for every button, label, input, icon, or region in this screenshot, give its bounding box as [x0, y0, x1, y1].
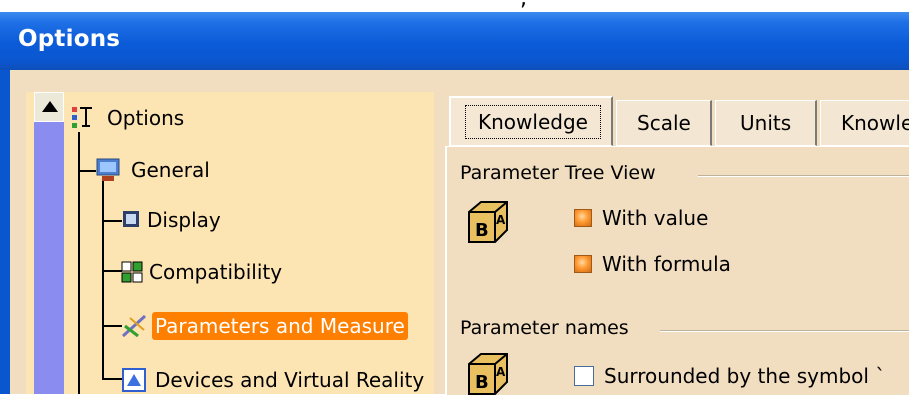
tree-item-label: General — [131, 158, 210, 182]
parameter-box-icon: BA — [463, 350, 511, 398]
group-divider — [660, 330, 909, 332]
tab-knowledge[interactable]: Knowledge — [449, 96, 613, 146]
tree-item-general[interactable]: General — [94, 152, 213, 188]
tree-connector — [102, 270, 122, 272]
tab-label: Knowle — [841, 111, 909, 135]
with-value-checked-indicator[interactable] — [574, 209, 592, 227]
surrounded-by-symbol-option[interactable]: Surrounded by the symbol ` — [574, 364, 885, 388]
tree-item-label: Parameters and Measure — [152, 312, 408, 340]
tree-item-label: Devices and Virtual Reality — [155, 368, 425, 392]
svg-text:A: A — [496, 213, 506, 227]
group-title-parameter-names: Parameter names — [460, 317, 629, 339]
tab-label: Knowledge — [465, 104, 601, 139]
tab-label: Scale — [637, 111, 691, 135]
top-strip: , — [0, 0, 909, 12]
tab-scale[interactable]: Scale — [616, 100, 712, 146]
title-bar[interactable]: Options — [0, 12, 909, 70]
tree-item-options[interactable]: Options — [70, 100, 187, 136]
surrounded-by-symbol-checkbox[interactable] — [574, 366, 594, 386]
window-title: Options — [18, 26, 121, 52]
options-tree-icon — [70, 104, 98, 132]
parameter-box-icon: BA — [463, 198, 511, 246]
window-frame-left — [0, 70, 10, 394]
tree-item-parameters-and-measure[interactable]: Parameters and Measure — [120, 308, 408, 344]
svg-text:B: B — [475, 372, 489, 393]
svg-text:A: A — [496, 365, 506, 379]
option-label: Surrounded by the symbol ` — [604, 364, 886, 388]
top-strip-text: , — [520, 0, 527, 11]
tree-item-label: Compatibility — [149, 260, 283, 284]
display-icon — [120, 206, 142, 234]
tree-item-label: Options — [107, 106, 185, 130]
tab-label: Units — [740, 111, 792, 135]
tree-scrollbar[interactable] — [34, 92, 64, 394]
option-label: With formula — [602, 252, 731, 276]
option-label: With value — [602, 206, 709, 230]
tab-knowledge-more[interactable]: Knowle — [820, 100, 909, 146]
with-formula-option[interactable]: With formula — [574, 252, 731, 276]
group-divider — [698, 175, 909, 177]
tree-connector — [102, 325, 122, 327]
general-computer-icon — [94, 156, 122, 184]
options-tree[interactable] — [26, 92, 434, 394]
tree-connector — [102, 178, 104, 380]
parameters-measure-icon — [120, 312, 150, 340]
tree-item-devices-and-virtual-reality[interactable]: Devices and Virtual Reality — [120, 362, 427, 398]
svg-text:B: B — [475, 220, 489, 241]
with-formula-checked-indicator[interactable] — [574, 255, 592, 273]
devices-vr-icon — [120, 366, 150, 394]
compatibility-icon — [120, 258, 144, 286]
tree-item-label: Display — [147, 208, 221, 232]
tree-connector — [102, 378, 122, 380]
tree-connector — [102, 220, 122, 222]
group-title-parameter-tree-view: Parameter Tree View — [460, 162, 656, 184]
scroll-up-arrow-icon[interactable] — [34, 92, 64, 122]
tree-item-display[interactable]: Display — [120, 202, 224, 238]
tab-units[interactable]: Units — [715, 100, 817, 146]
with-value-option[interactable]: With value — [574, 206, 708, 230]
tree-item-compatibility[interactable]: Compatibility — [120, 254, 285, 290]
